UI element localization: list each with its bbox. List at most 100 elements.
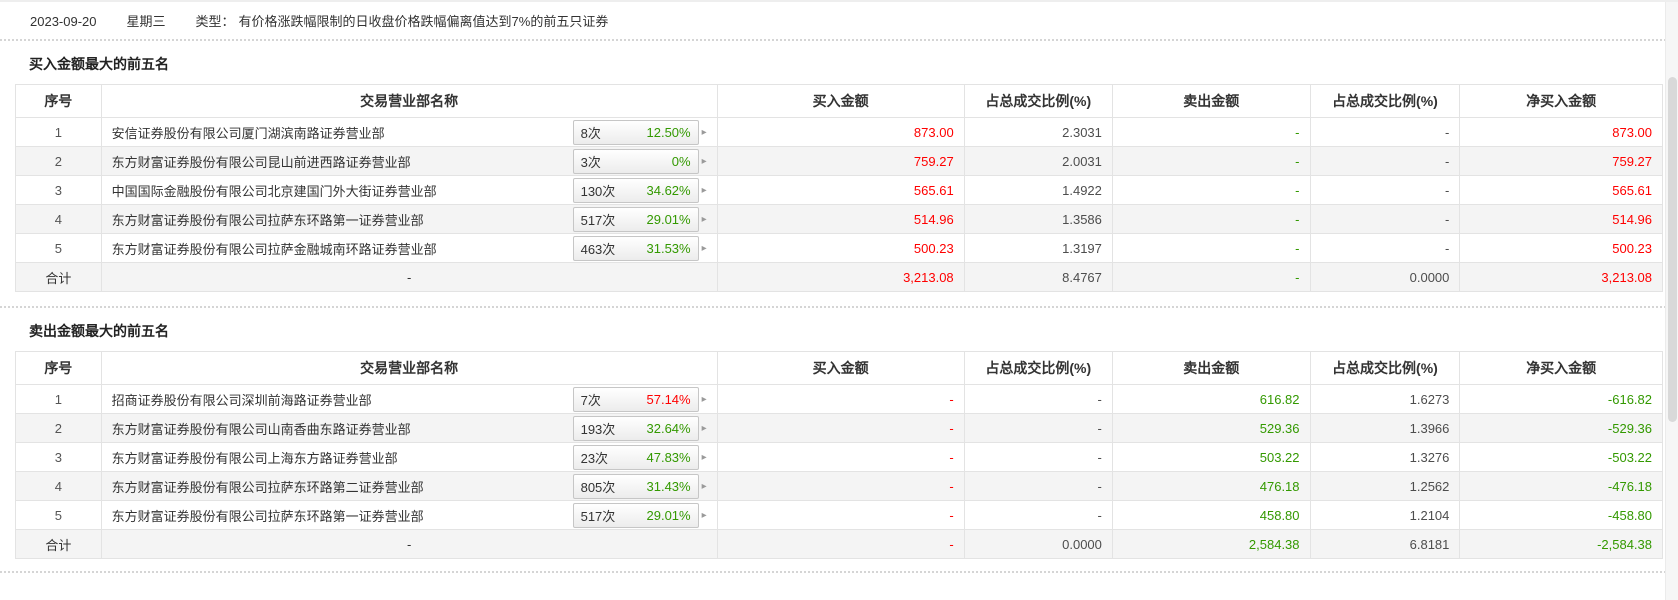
branch-name-cell: 东方财富证券股份有限公司拉萨东环路第一证券营业部 517次 29.01% ▸ (100, 500, 718, 530)
trade-count-badge[interactable]: 193次 32.64% (572, 415, 699, 441)
trade-count-badge[interactable]: 7次 57.14% (572, 386, 699, 412)
row-index: 3 (15, 175, 102, 205)
trade-stats: 517次 29.01% ▸ (572, 502, 707, 528)
trade-count-badge[interactable]: 517次 29.01% (572, 206, 699, 232)
row-index: 合计 (15, 262, 102, 292)
badge-count: 130次 (580, 183, 616, 199)
badge-count: 517次 (580, 508, 616, 524)
table-row: 5 东方财富证券股份有限公司拉萨东环路第一证券营业部 517次 29.01% ▸… (15, 500, 1663, 530)
badge-percent: 12.50% (646, 124, 691, 140)
cell-net-buy-amount: -529.36 (1459, 413, 1663, 443)
trade-count-badge[interactable]: 130次 34.62% (572, 177, 699, 203)
trade-count-badge[interactable]: 8次 12.50% (572, 119, 699, 145)
cell-buy-amount: 565.61 (716, 175, 965, 205)
cell-buy-ratio: 8.4767 (963, 262, 1113, 292)
cell-buy-amount: - (716, 529, 965, 559)
badge-count: 193次 (580, 421, 616, 437)
cell-net-buy-amount: 759.27 (1459, 146, 1663, 176)
trade-stats: 517次 29.01% ▸ (572, 206, 707, 232)
cell-net-buy-amount: 3,213.08 (1459, 262, 1663, 292)
expand-arrow-icon: ▸ (701, 480, 707, 492)
cell-buy-amount: - (716, 471, 965, 501)
section-divider (0, 306, 1678, 308)
badge-percent: 57.14% (646, 391, 691, 407)
cell-net-buy-amount: 500.23 (1459, 233, 1663, 263)
cell-net-buy-amount: 565.61 (1459, 175, 1663, 205)
trade-count-badge[interactable]: 3次 0% (572, 148, 699, 174)
table-row: 5 东方财富证券股份有限公司拉萨金融城南环路证券营业部 463次 31.53% … (15, 233, 1663, 263)
cell-buy-amount: - (716, 442, 965, 472)
badge-percent: 31.43% (646, 478, 691, 494)
cell-sell-ratio: - (1309, 204, 1461, 234)
vertical-scrollbar[interactable] (1665, 2, 1678, 600)
buy-top5-table: 序号 交易营业部名称 买入金额 占总成交比例(%) 卖出金额 占总成交比例(%) 净买入金额… (15, 84, 1663, 292)
cell-sell-amount: - (1111, 233, 1311, 263)
cell-buy-amount: 500.23 (716, 233, 965, 263)
row-index: 3 (15, 442, 102, 472)
trade-count-badge[interactable]: 517次 29.01% (572, 502, 699, 528)
branch-name-cell: 中国国际金融股份有限公司北京建国门外大街证券营业部 130次 34.62% ▸ (100, 175, 718, 205)
cell-sell-amount: - (1111, 204, 1311, 234)
column-header: 买入金额 (716, 84, 965, 118)
branch-name-cell: 东方财富证券股份有限公司拉萨金融城南环路证券营业部 463次 31.53% ▸ (100, 233, 718, 263)
badge-percent: 29.01% (646, 211, 691, 227)
branch-name-cell: 东方财富证券股份有限公司拉萨东环路第一证券营业部 517次 29.01% ▸ (100, 204, 718, 234)
branch-name: 东方财富证券股份有限公司拉萨东环路第一证券营业部 (111, 212, 424, 228)
cell-buy-amount: 759.27 (716, 146, 965, 176)
expand-arrow-icon: ▸ (701, 509, 707, 521)
column-header: 序号 (15, 84, 102, 118)
branch-name: 东方财富证券股份有限公司拉萨金融城南环路证券营业部 (111, 241, 437, 257)
section-buy-top5: 买入金额最大的前五名 序号 交易营业部名称 买入金额 占总成交比例(%) 卖出金额 占总成… (0, 54, 1678, 292)
table-row: 2 东方财富证券股份有限公司山南香曲东路证券营业部 193次 32.64% ▸ … (15, 413, 1663, 443)
badge-count: 7次 (580, 392, 601, 408)
expand-arrow-icon: ▸ (701, 242, 707, 254)
trade-stats: 805次 31.43% ▸ (572, 473, 707, 499)
branch-name: 东方财富证券股份有限公司拉萨东环路第二证券营业部 (111, 479, 424, 495)
row-index: 4 (15, 471, 102, 501)
row-index: 1 (15, 384, 102, 414)
branch-name-cell: 安信证券股份有限公司厦门湖滨南路证券营业部 8次 12.50% ▸ (100, 117, 718, 147)
branch-name-cell: 东方财富证券股份有限公司拉萨东环路第二证券营业部 805次 31.43% ▸ (100, 471, 718, 501)
trade-stats: 3次 0% ▸ (572, 148, 707, 174)
cell-buy-ratio: 1.3586 (963, 204, 1113, 234)
trade-stats: 8次 12.50% ▸ (572, 119, 707, 145)
cell-sell-ratio: 1.3276 (1309, 442, 1461, 472)
branch-name: - (406, 269, 412, 285)
trade-count-badge[interactable]: 463次 31.53% (572, 235, 699, 261)
cell-sell-ratio: - (1309, 233, 1461, 263)
trade-count-badge[interactable]: 805次 31.43% (572, 473, 699, 499)
report-weekday: 星期三 (126, 14, 166, 29)
cell-sell-amount: 616.82 (1111, 384, 1311, 414)
branch-name: 东方财富证券股份有限公司山南香曲东路证券营业部 (111, 421, 411, 437)
table-row: 3 中国国际金融股份有限公司北京建国门外大街证券营业部 130次 34.62% … (15, 175, 1663, 205)
branch-name-cell: - (100, 529, 718, 559)
row-index: 4 (15, 204, 102, 234)
trade-stats: 7次 57.14% ▸ (572, 386, 707, 412)
expand-arrow-icon: ▸ (701, 184, 707, 196)
table-row: 1 招商证券股份有限公司深圳前海路证券营业部 7次 57.14% ▸ - - 6… (15, 384, 1663, 414)
badge-percent: 47.83% (646, 449, 691, 465)
scrollbar-thumb[interactable] (1668, 77, 1677, 422)
section-sell-top5: 卖出金额最大的前五名 序号 交易营业部名称 买入金额 占总成交比例(%) 卖出金额 占总成… (0, 321, 1678, 559)
trade-stats: 23次 47.83% ▸ (572, 444, 707, 470)
report-info-bar: 2023-09-20 星期三 类型： 有价格涨跌幅限制的日收盘价格跌幅偏离值达到7%的… (0, 2, 1678, 39)
column-header: 交易营业部名称 (100, 84, 718, 118)
column-header: 占总成交比例(%) (1309, 351, 1461, 385)
cell-sell-ratio: 1.2104 (1309, 500, 1461, 530)
row-index: 5 (15, 233, 102, 263)
cell-buy-ratio: - (963, 384, 1113, 414)
trade-count-badge[interactable]: 23次 47.83% (572, 444, 699, 470)
row-index: 2 (15, 146, 102, 176)
cell-buy-amount: 3,213.08 (716, 262, 965, 292)
branch-name: 中国国际金融股份有限公司北京建国门外大街证券营业部 (111, 183, 437, 199)
cell-buy-amount: - (716, 384, 965, 414)
table-row: 1 安信证券股份有限公司厦门湖滨南路证券营业部 8次 12.50% ▸ 873.… (15, 117, 1663, 147)
row-index: 2 (15, 413, 102, 443)
badge-count: 23次 (580, 450, 609, 466)
cell-sell-ratio: - (1309, 146, 1461, 176)
trade-stats: 193次 32.64% ▸ (572, 415, 707, 441)
report-type: 类型： 有价格涨跌幅限制的日收盘价格跌幅偏离值达到7%的前五只证券 (196, 14, 613, 29)
badge-count: 517次 (580, 212, 616, 228)
badge-percent: 32.64% (646, 420, 691, 436)
table-row: 合计 - - 0.0000 2,584.38 6.8181 -2,584.38 (15, 529, 1663, 559)
